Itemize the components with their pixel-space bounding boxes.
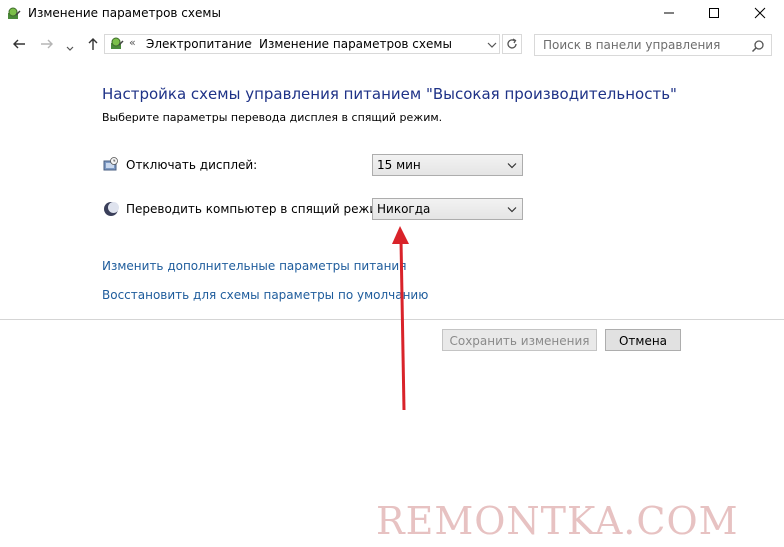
recent-locations-chevron-icon[interactable]: [65, 38, 75, 51]
breadcrumb-item-edit-plan[interactable]: Изменение параметров схемы: [259, 37, 452, 51]
sleep-dropdown[interactable]: Никогда: [372, 198, 523, 220]
sleep-value: Никогда: [377, 202, 431, 216]
chevron-down-icon[interactable]: [485, 37, 499, 51]
minimize-button[interactable]: [647, 0, 693, 28]
minimize-icon: [664, 12, 674, 14]
maximize-button[interactable]: [692, 0, 738, 28]
advanced-power-settings-link[interactable]: Изменить дополнительные параметры питани…: [102, 259, 406, 273]
sleep-label: Переводить компьютер в спящий режим:: [126, 202, 391, 216]
chevron-down-icon: [507, 207, 517, 213]
maximize-icon: [709, 8, 719, 18]
display-off-dropdown[interactable]: 15 мин: [372, 154, 523, 176]
power-options-icon: [6, 6, 22, 22]
page-title: Настройка схемы управления питанием "Выс…: [102, 85, 677, 103]
watermark: REMONTKA.COM: [376, 499, 739, 543]
search-box[interactable]: Поиск в панели управления: [534, 34, 772, 56]
back-arrow-icon[interactable]: [11, 36, 29, 54]
sleep-moon-icon: [103, 201, 119, 217]
address-bar[interactable]: « Электропитание › Изменение параметров …: [104, 34, 500, 54]
cancel-button[interactable]: Отмена: [605, 329, 681, 351]
chevron-down-icon: [507, 163, 517, 169]
forward-arrow-icon[interactable]: [39, 36, 57, 54]
breadcrumb-item-power[interactable]: Электропитание: [146, 37, 252, 51]
window-title: Изменение параметров схемы: [28, 6, 221, 20]
up-arrow-icon[interactable]: [85, 36, 103, 54]
breadcrumb-overflow[interactable]: «: [129, 36, 136, 49]
display-off-label: Отключать дисплей:: [126, 158, 258, 172]
close-button[interactable]: [738, 0, 784, 28]
refresh-button[interactable]: [502, 34, 522, 54]
search-placeholder: Поиск в панели управления: [543, 38, 721, 52]
display-off-value: 15 мин: [377, 158, 421, 172]
refresh-icon: [507, 38, 517, 49]
save-changes-button[interactable]: Сохранить изменения: [442, 329, 597, 351]
breadcrumb-separator[interactable]: ›: [248, 36, 252, 49]
close-icon: [754, 7, 766, 19]
annotation-arrow: [392, 226, 409, 411]
title-bar: Изменение параметров схемы: [0, 0, 784, 28]
page-subtitle: Выберите параметры перевода дисплея в сп…: [102, 111, 443, 124]
divider: [0, 319, 784, 320]
power-options-icon: [109, 36, 125, 52]
search-icon[interactable]: [751, 38, 765, 53]
restore-defaults-link[interactable]: Восстановить для схемы параметры по умол…: [102, 288, 428, 302]
display-timer-icon: [103, 157, 119, 173]
